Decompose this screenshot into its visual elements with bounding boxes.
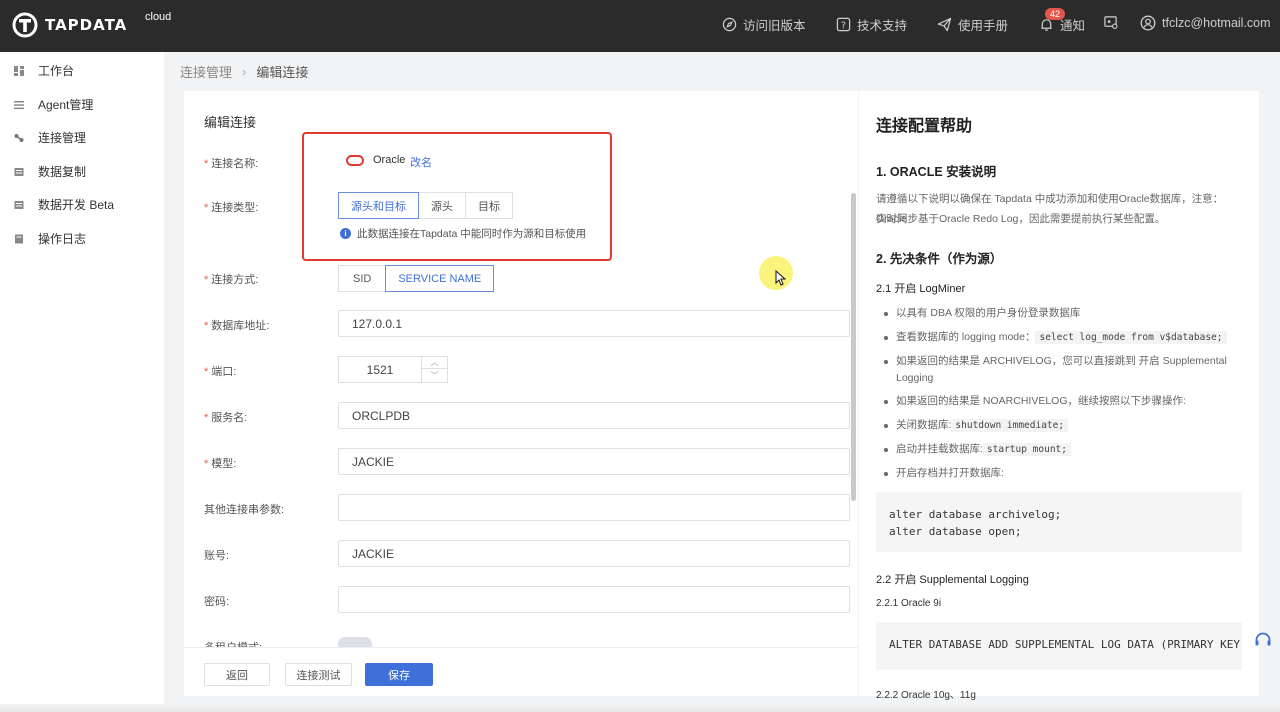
bottom-edge [0,704,1280,712]
schema-input[interactable]: JACKIE [338,448,850,475]
port-value[interactable]: 1521 [339,357,421,382]
top-bar: TAPDATA cloud 访问旧版本 ? 技术支持 使用手册 通知 42 tf… [0,0,1280,52]
type-label: * 连接类型: [204,202,259,214]
notification-count-badge: 42 [1045,8,1066,20]
test-connection-button[interactable]: 连接测试 [285,663,352,686]
breadcrumb-separator-icon: › [242,64,247,79]
mode-segmented: SID SERVICE NAME [338,265,495,292]
monitor-settings-icon [1104,16,1118,29]
document-icon [15,234,23,243]
sidebar-item-label: 操作日志 [38,232,87,246]
help-section-2-2-1: 2.2.1 Oracle 9i [876,598,942,609]
chevron-up-icon[interactable]: ︿ [422,357,447,369]
name-label: * 连接名称: [204,158,259,170]
chevron-down-icon[interactable]: ﹀ [422,369,447,381]
mode-label: * 连接方式: [204,274,259,286]
help-bullet: 以具有 DBA 权限的用户身份登录数据库 [884,305,1234,322]
old-version-link[interactable]: 访问旧版本 [722,15,806,34]
help-section-2-1: 2.1 开启 LogMiner [876,283,966,295]
help-section-2-2-2: 2.2.2 Oracle 10g、11g [876,690,976,701]
link-icon [14,133,24,142]
old-version-label: 访问旧版本 [743,19,806,33]
mode-option-service-name[interactable]: SERVICE NAME [385,265,495,292]
schema-label: * 模型: [204,458,237,470]
host-input[interactable]: 127.0.0.1 [338,310,850,337]
database-icon [14,167,24,176]
help-bullet: 如果返回的结果是 ARCHIVELOG，您可以直接跳到 开启 Supplemen… [884,353,1234,387]
database-icon [14,200,24,209]
manual-link[interactable]: 使用手册 [937,15,1008,34]
logo-sub: cloud [145,11,172,23]
mouse-cursor-icon [775,270,786,286]
user-icon [1140,15,1156,31]
sidebar-item-connections[interactable]: 连接管理 [14,129,86,146]
help-bullet: 启动并挂载数据库: startup mount; [884,441,1234,458]
help-section-1: 1. ORACLE 安装说明 [876,165,997,179]
sidebar-item-dev[interactable]: 数据开发 Beta [14,196,114,213]
sidebar [0,52,164,712]
port-stepper[interactable]: 1521 ︿ ﹀ [338,356,448,383]
help-title: 连接配置帮助 [876,118,973,135]
form-title: 编辑连接 [204,115,257,130]
sidebar-item-label: 数据开发 Beta [38,198,115,212]
user-menu[interactable]: tfclzc@hotmail.com [1140,15,1271,31]
help-paragraph-1b: 实时同步基于Oracle Redo Log，因此需要提前执行某些配置。 [876,213,1166,225]
extra-params-label: 其他连接串参数: [204,504,285,516]
account-input[interactable]: JACKIE [338,540,850,567]
sidebar-item-workbench[interactable]: 工作台 [14,62,74,79]
port-stepper-buttons: ︿ ﹀ [421,357,447,382]
code-block-archivelog: alter database archivelog; alter databas… [876,492,1242,552]
service-label: * 服务名: [204,412,248,424]
help-bullet: 开启存档并打开数据库: [884,465,1234,482]
sidebar-item-agent[interactable]: Agent管理 [14,96,93,113]
logo-text: TAPDATA [45,16,128,34]
code-block-supplemental: ALTER DATABASE ADD SUPPLEMENTAL LOG DATA… [876,622,1242,670]
help-bullet: 如果返回的结果是 NOARCHIVELOG，继续按照以下步骤操作: [884,393,1234,410]
sidebar-item-label: 连接管理 [38,131,87,145]
sidebar-item-label: 工作台 [38,64,75,78]
port-label: * 端口: [204,366,237,378]
breadcrumb-parent[interactable]: 连接管理 [180,62,232,81]
help-bullet: 查看数据库的 logging mode： select log_mode from… [884,329,1234,346]
account-label: 账号: [204,550,230,562]
type-option-source-target[interactable]: 源头和目标 [338,192,419,219]
sidebar-item-label: 数据复制 [38,165,87,179]
headset-support-icon[interactable] [1253,630,1273,650]
password-input[interactable] [338,586,850,613]
form-scrollbar[interactable] [851,193,856,501]
password-label: 密码: [204,596,230,608]
support-label: 技术支持 [857,19,908,33]
screen-settings-button[interactable] [1103,15,1125,30]
tapdata-logo-icon [12,12,38,38]
send-icon [937,17,952,32]
list-icon [14,100,24,109]
svg-text:?: ? [841,20,846,31]
tapdata-logo[interactable]: TAPDATA cloud [12,10,171,40]
breadcrumb: 连接管理 › 编辑连接 [180,62,308,81]
compass-icon [722,17,737,32]
service-input[interactable]: ORCLPDB [338,402,850,429]
help-icon: ? [836,17,851,31]
sidebar-item-logs[interactable]: 操作日志 [14,230,86,247]
notification-label: 通知 [1060,19,1086,33]
extra-params-input[interactable] [338,494,850,521]
support-link[interactable]: ? 技术支持 [836,15,907,34]
help-bullet: 关闭数据库: shutdown immediate; [884,417,1234,434]
user-email: tfclzc@hotmail.com [1162,16,1271,30]
sidebar-item-replication[interactable]: 数据复制 [14,163,86,180]
help-section-2-2: 2.2 开启 Supplemental Logging [876,574,1029,586]
back-button[interactable]: 返回 [204,663,270,686]
sidebar-item-label: Agent管理 [38,98,94,112]
dashboard-icon [14,65,24,76]
manual-label: 使用手册 [958,19,1009,33]
help-section-2: 2. 先决条件（作为源） [876,252,1003,266]
mode-option-sid[interactable]: SID [338,265,387,292]
host-label: * 数据库地址: [204,320,270,332]
breadcrumb-current: 编辑连接 [256,65,309,80]
save-button[interactable]: 保存 [365,663,433,686]
